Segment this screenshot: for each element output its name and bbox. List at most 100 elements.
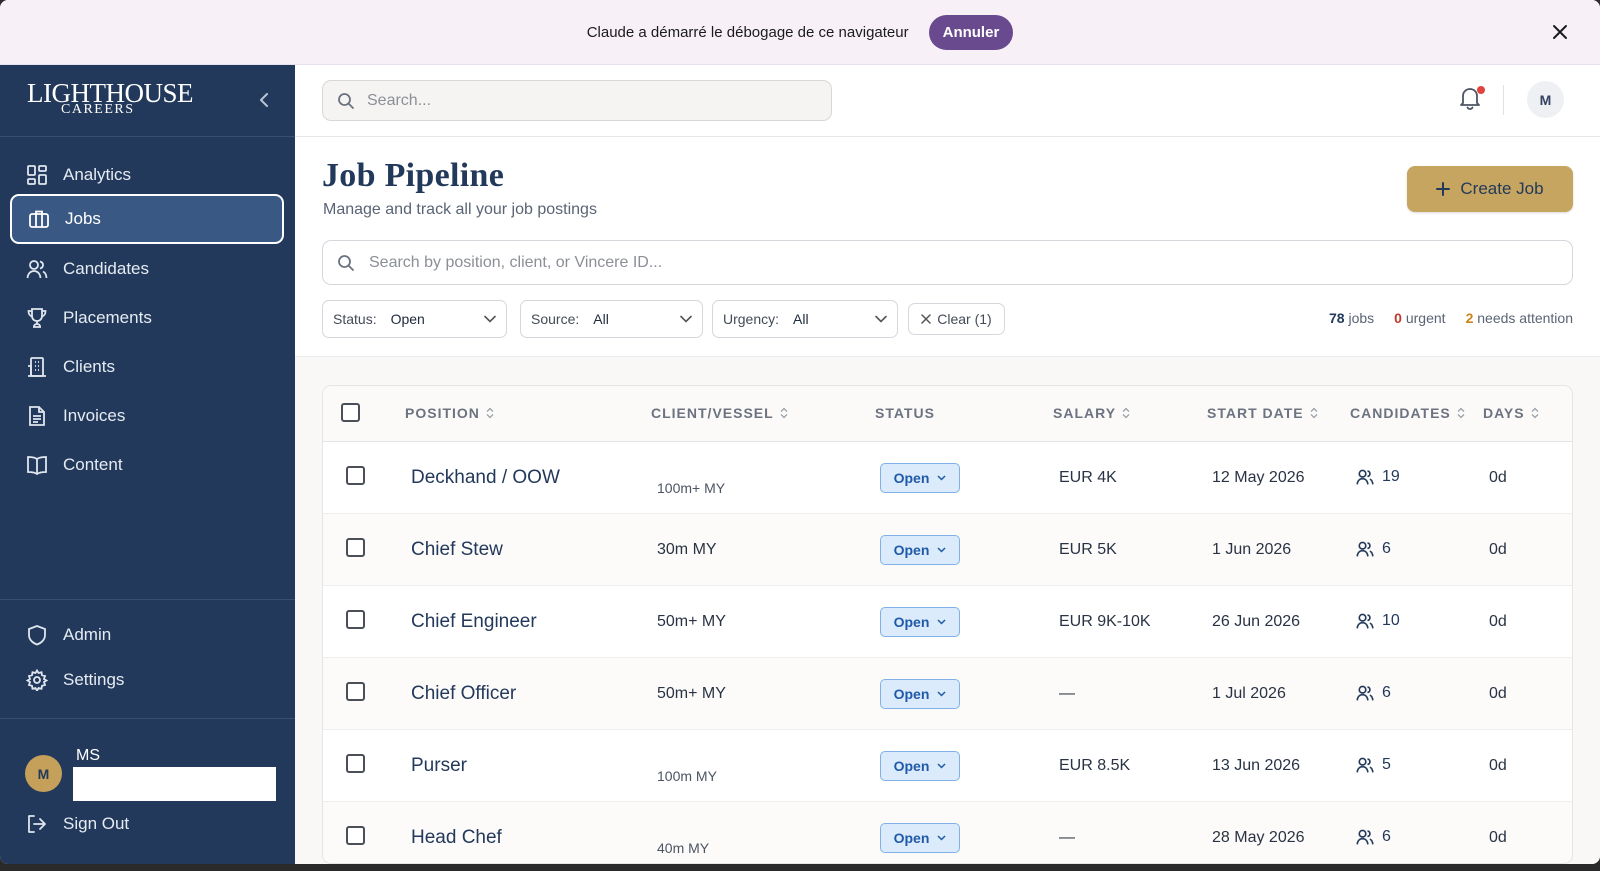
- job-salary: EUR 9K-10K: [1059, 613, 1151, 630]
- chevron-down-icon: [875, 315, 887, 323]
- job-position[interactable]: Chief Stew: [411, 539, 503, 561]
- table-row[interactable]: Chief Officer 50m+ MY Open — 1 Jul 2026 …: [323, 658, 1572, 730]
- job-start-date: 1 Jul 2026: [1212, 685, 1286, 702]
- sidebar-item-clients[interactable]: Clients: [10, 342, 284, 392]
- column-header-position[interactable]: POSITION: [405, 405, 494, 421]
- job-candidates[interactable]: 6: [1356, 684, 1391, 702]
- redacted-user-email: [73, 767, 276, 801]
- users-icon: [26, 260, 48, 279]
- sidebar-item-label: Invoices: [63, 406, 126, 425]
- sidebar-item-analytics[interactable]: Analytics: [10, 150, 284, 200]
- status-badge[interactable]: Open: [880, 535, 960, 565]
- search-icon: [338, 92, 354, 109]
- sort-icon: [780, 407, 788, 419]
- status-filter[interactable]: Status: Open: [322, 300, 507, 338]
- sort-icon: [486, 407, 494, 419]
- users-icon: [1356, 685, 1374, 701]
- avatar[interactable]: M: [25, 755, 62, 792]
- sidebar-item-label: Placements: [63, 308, 152, 327]
- sidebar-item-label: Clients: [63, 357, 115, 376]
- plus-icon: [1436, 182, 1451, 196]
- sidebar-divider: [0, 599, 295, 600]
- job-salary: —: [1059, 829, 1075, 846]
- sidebar-item-content[interactable]: Content: [10, 440, 284, 490]
- user-name: MS: [76, 747, 100, 764]
- table-row[interactable]: Purser 100m MY Open EUR 8.5K 13 Jun 2026…: [323, 730, 1572, 802]
- row-checkbox[interactable]: [346, 538, 365, 557]
- row-checkbox[interactable]: [346, 610, 365, 629]
- job-candidates[interactable]: 6: [1356, 828, 1391, 846]
- clear-filters-button[interactable]: Clear (1): [908, 303, 1005, 335]
- sidebar-item-placements[interactable]: Placements: [10, 293, 284, 343]
- debug-banner-text: Claude a démarré le débogage de ce navig…: [586, 23, 909, 41]
- cancel-debug-button[interactable]: Annuler: [928, 14, 1014, 50]
- chevron-down-icon: [937, 763, 946, 769]
- job-days: 0d: [1489, 613, 1507, 630]
- source-filter[interactable]: Source: All: [520, 300, 703, 338]
- job-days: 0d: [1489, 469, 1507, 486]
- table-row[interactable]: Chief Engineer 50m+ MY Open EUR 9K-10K 2…: [323, 586, 1572, 658]
- job-position[interactable]: Purser: [411, 755, 467, 777]
- source-filter-value: All: [593, 311, 609, 327]
- sidebar-item-invoices[interactable]: Invoices: [10, 391, 284, 441]
- sort-icon: [1531, 407, 1539, 419]
- column-header-days[interactable]: DAYS: [1483, 405, 1539, 421]
- sidebar-item-candidates[interactable]: Candidates: [10, 244, 284, 294]
- job-start-date: 1 Jun 2026: [1212, 541, 1292, 558]
- users-icon: [1356, 613, 1374, 629]
- status-badge[interactable]: Open: [880, 607, 960, 637]
- job-position[interactable]: Head Chef: [411, 827, 502, 849]
- status-badge[interactable]: Open: [880, 823, 960, 853]
- job-start-date: 28 May 2026: [1212, 829, 1305, 846]
- status-badge[interactable]: Open: [880, 679, 960, 709]
- job-candidates[interactable]: 6: [1356, 540, 1391, 558]
- job-position[interactable]: Chief Engineer: [411, 611, 537, 633]
- global-search-input[interactable]: [367, 91, 812, 110]
- close-icon[interactable]: [1548, 20, 1572, 44]
- job-position[interactable]: Chief Officer: [411, 683, 516, 705]
- row-checkbox[interactable]: [346, 826, 365, 845]
- sidebar-item-settings[interactable]: Settings: [10, 655, 284, 705]
- sidebar-item-admin[interactable]: Admin: [10, 610, 284, 660]
- job-candidates[interactable]: 5: [1356, 756, 1391, 774]
- chevron-left-icon[interactable]: [254, 89, 274, 111]
- clear-filters-label: Clear (1): [937, 311, 992, 327]
- row-checkbox[interactable]: [346, 754, 365, 773]
- users-icon: [1356, 541, 1374, 557]
- table-row[interactable]: Head Chef 40m MY Open — 28 May 2026 6 0d: [323, 802, 1572, 863]
- job-client: 50m+ MY: [657, 685, 726, 702]
- users-icon: [1356, 829, 1374, 845]
- create-job-button[interactable]: Create Job: [1407, 166, 1573, 212]
- job-candidates[interactable]: 19: [1356, 468, 1400, 486]
- column-header-status: STATUS: [875, 405, 935, 421]
- job-salary: —: [1059, 685, 1075, 702]
- status-badge[interactable]: Open: [880, 463, 960, 493]
- table-row[interactable]: Chief Stew 30m MY Open EUR 5K 1 Jun 2026…: [323, 514, 1572, 586]
- status-badge[interactable]: Open: [880, 751, 960, 781]
- debug-banner: Claude a démarré le débogage de ce navig…: [0, 0, 1600, 65]
- avatar[interactable]: M: [1527, 81, 1564, 118]
- sidebar-item-jobs[interactable]: Jobs: [10, 194, 284, 244]
- urgency-filter[interactable]: Urgency: All: [712, 300, 898, 338]
- lighthouse-careers-logo[interactable]: LIGHTHOUSE CAREERS: [27, 79, 193, 123]
- table-row[interactable]: Deckhand / OOW 100m+ MY Open EUR 4K 12 M…: [323, 442, 1572, 514]
- job-days: 0d: [1489, 829, 1507, 846]
- job-search-input[interactable]: [369, 253, 1481, 272]
- current-user: M MS: [25, 745, 280, 805]
- column-header-client[interactable]: CLIENT/VESSEL: [651, 405, 788, 421]
- notifications-button[interactable]: [1457, 85, 1487, 115]
- job-position[interactable]: Deckhand / OOW: [411, 467, 560, 489]
- column-header-candidates[interactable]: CANDIDATES: [1350, 405, 1465, 421]
- job-candidates[interactable]: 10: [1356, 612, 1400, 630]
- jobs-table: POSITION CLIENT/VESSEL STATUS SALARY STA…: [322, 385, 1573, 864]
- trophy-icon: [27, 308, 47, 328]
- sidebar-divider: [0, 718, 295, 719]
- select-all-checkbox[interactable]: [341, 403, 360, 422]
- job-client: 100m MY: [657, 768, 717, 784]
- job-client: 50m+ MY: [657, 613, 726, 630]
- row-checkbox[interactable]: [346, 682, 365, 701]
- column-header-start-date[interactable]: START DATE: [1207, 405, 1318, 421]
- sign-out-button[interactable]: Sign Out: [10, 799, 284, 849]
- column-header-salary[interactable]: SALARY: [1053, 405, 1130, 421]
- row-checkbox[interactable]: [346, 466, 365, 485]
